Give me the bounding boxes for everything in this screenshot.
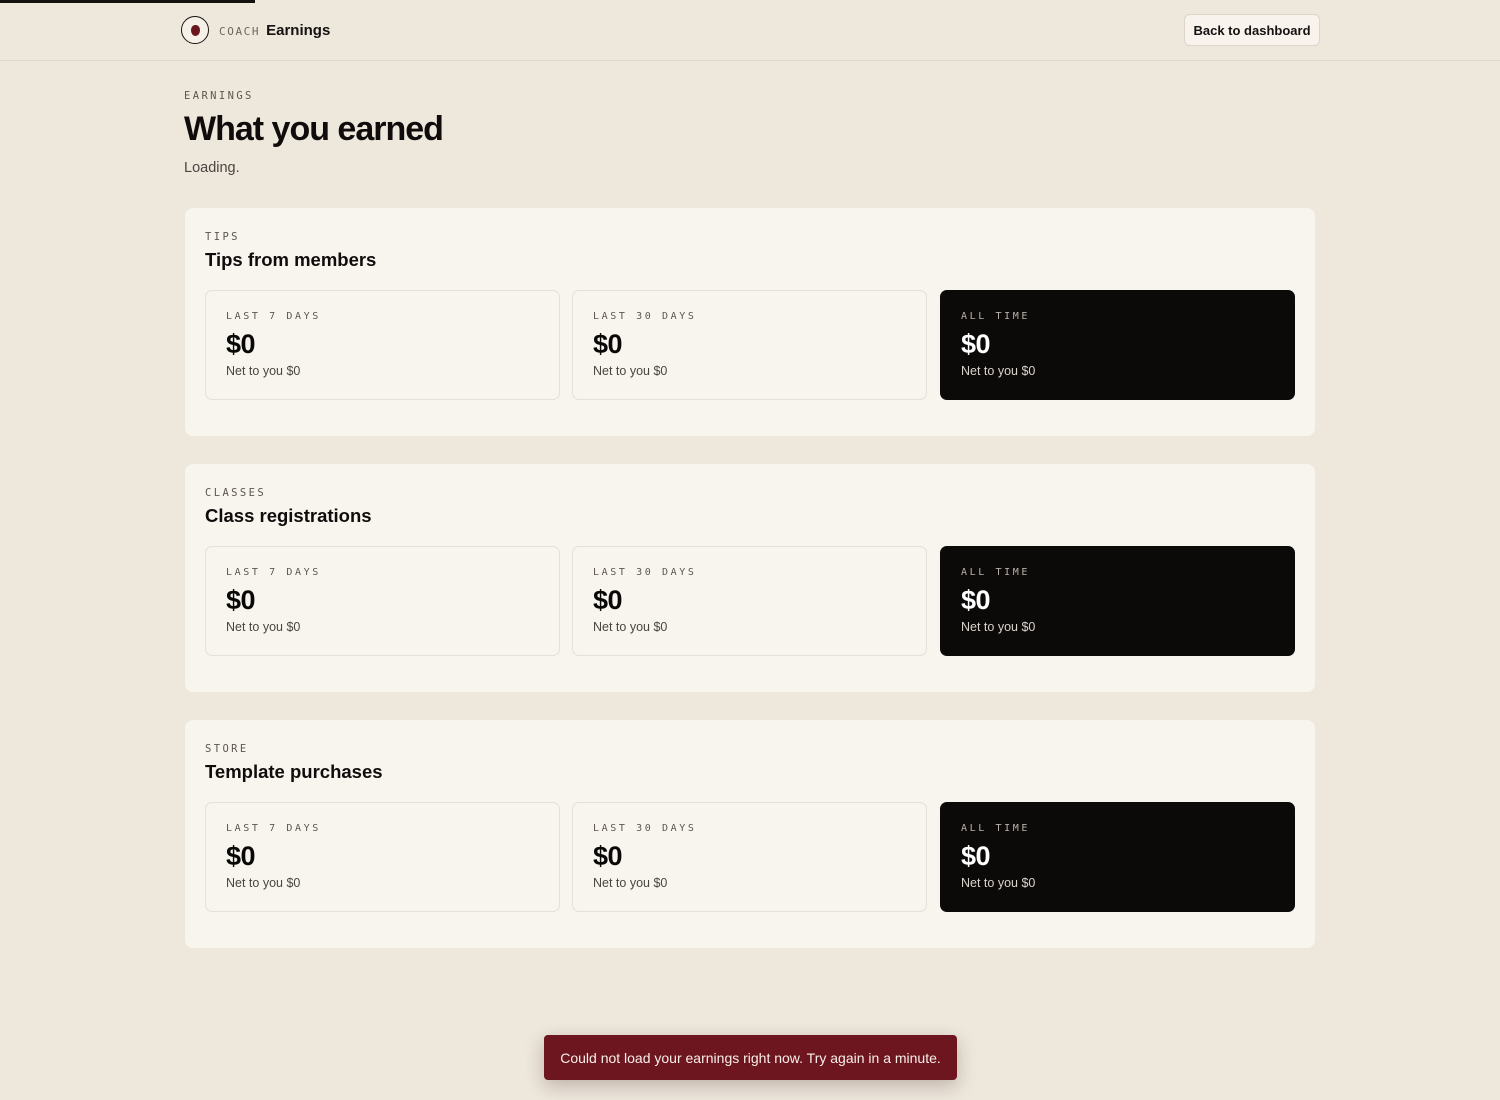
stat-card-last-30-days: LAST 30 DAYS $0 Net to you $0 [572, 290, 927, 400]
stat-value: $0 [593, 585, 623, 615]
stat-card-all-time: ALL TIME $0 Net to you $0 [940, 290, 1295, 400]
stat-net: Net to you $0 [226, 620, 301, 634]
section-tips: TIPS Tips from members LAST 7 DAYS $0 Ne… [185, 208, 1315, 436]
page-eyebrow: EARNINGS [184, 90, 254, 102]
section-classes: CLASSES Class registrations LAST 7 DAYS … [185, 464, 1315, 692]
loading-status: Loading. [184, 160, 240, 176]
section-eyebrow: CLASSES [205, 487, 267, 499]
stat-value: $0 [961, 585, 991, 615]
stat-label: ALL TIME [961, 823, 1030, 834]
brand-title: Earnings [266, 21, 331, 39]
stat-net: Net to you $0 [593, 876, 668, 890]
stat-value: $0 [961, 841, 991, 871]
stat-net: Net to you $0 [593, 364, 668, 378]
stat-card-last-30-days: LAST 30 DAYS $0 Net to you $0 [572, 802, 927, 912]
stat-label: LAST 30 DAYS [593, 823, 697, 834]
section-title: Class registrations [205, 505, 372, 526]
stat-value: $0 [226, 329, 256, 359]
section-store: STORE Template purchases LAST 7 DAYS $0 … [185, 720, 1315, 948]
page-title: What you earned [184, 110, 444, 148]
stat-net: Net to you $0 [593, 620, 668, 634]
error-toast[interactable]: Could not load your earnings right now. … [544, 1035, 957, 1080]
stat-card-all-time: ALL TIME $0 Net to you $0 [940, 802, 1295, 912]
stat-label: LAST 7 DAYS [226, 823, 321, 834]
stat-label: LAST 30 DAYS [593, 567, 697, 578]
stat-net: Net to you $0 [961, 876, 1036, 890]
section-eyebrow: TIPS [205, 231, 240, 243]
stat-card-last-7-days: LAST 7 DAYS $0 Net to you $0 [205, 802, 560, 912]
stat-label: ALL TIME [961, 311, 1030, 322]
stat-value: $0 [226, 841, 256, 871]
brand-prefix: COACH [219, 24, 261, 38]
stat-value: $0 [226, 585, 256, 615]
stat-label: LAST 7 DAYS [226, 567, 321, 578]
page-header: EARNINGS What you earned Loading. [184, 90, 444, 176]
section-eyebrow: STORE [205, 743, 249, 755]
logo-mark [190, 24, 200, 36]
stat-card-last-30-days: LAST 30 DAYS $0 Net to you $0 [572, 546, 927, 656]
stat-value: $0 [593, 841, 623, 871]
stat-net: Net to you $0 [961, 364, 1036, 378]
back-to-dashboard-button[interactable]: Back to dashboard [1184, 14, 1320, 46]
stat-card-all-time: ALL TIME $0 Net to you $0 [940, 546, 1295, 656]
stat-net: Net to you $0 [226, 364, 301, 378]
shield-icon [181, 16, 209, 44]
stat-value: $0 [593, 329, 623, 359]
brand[interactable]: COACH Earnings [181, 16, 330, 44]
section-title: Template purchases [205, 761, 383, 782]
section-title: Tips from members [205, 249, 377, 270]
stat-label: ALL TIME [961, 567, 1030, 578]
stat-card-last-7-days: LAST 7 DAYS $0 Net to you $0 [205, 546, 560, 656]
stat-card-last-7-days: LAST 7 DAYS $0 Net to you $0 [205, 290, 560, 400]
stat-label: LAST 30 DAYS [593, 311, 697, 322]
stat-net: Net to you $0 [226, 876, 301, 890]
stat-label: LAST 7 DAYS [226, 311, 321, 322]
stat-net: Net to you $0 [961, 620, 1036, 634]
top-bar: COACH Earnings Back to dashboard [0, 0, 1500, 61]
stat-value: $0 [961, 329, 991, 359]
